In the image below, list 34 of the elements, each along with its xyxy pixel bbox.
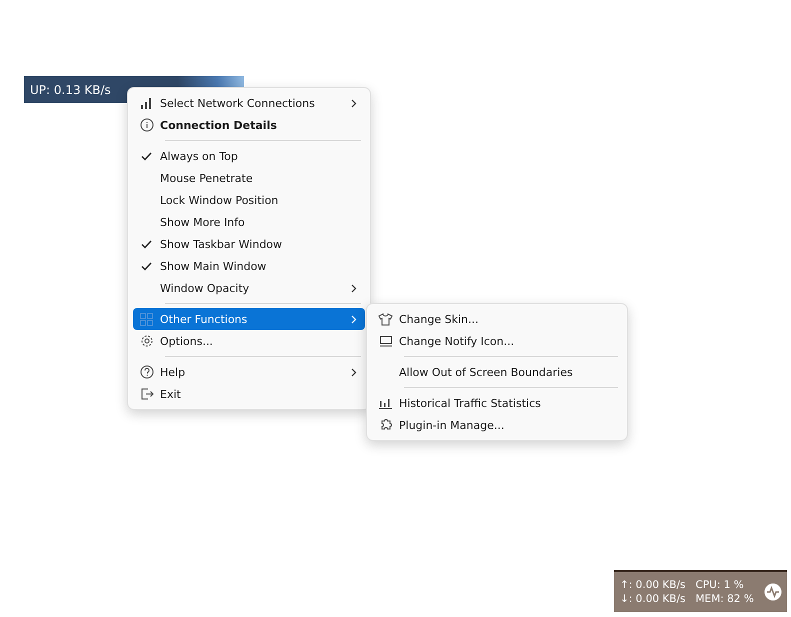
menu-item[interactable]: Options...: [133, 330, 365, 352]
pulse-icon: [764, 583, 782, 601]
signal-icon: [140, 97, 153, 109]
menu-item[interactable]: Change Notify Icon...: [372, 330, 622, 352]
menu-item[interactable]: Show More Info: [133, 211, 365, 233]
menu-item[interactable]: Connection Details: [133, 114, 365, 136]
download-speed: ↓: 0.00 KB/s: [620, 593, 686, 605]
menu-item[interactable]: Lock Window Position: [133, 189, 365, 211]
settings-icon: [140, 334, 154, 348]
monitor-icon: [378, 334, 392, 348]
help-icon: [140, 365, 154, 379]
info-icon: [140, 118, 154, 132]
menu-item[interactable]: Help: [133, 361, 365, 383]
menu-item[interactable]: Exit: [133, 383, 365, 405]
menu-item[interactable]: Select Network Connections: [133, 92, 365, 114]
menu-item[interactable]: Window Opacity: [133, 277, 365, 299]
menu-item[interactable]: Allow Out of Screen Boundaries: [372, 361, 622, 383]
upload-speed: UP: 0.13 KB/s: [30, 82, 111, 96]
exit-icon: [140, 387, 154, 401]
menu-item[interactable]: Always on Top: [133, 145, 365, 167]
bar-chart-icon: [379, 398, 392, 408]
menu-item[interactable]: Show Main Window: [133, 255, 365, 277]
shirt-icon: [378, 312, 393, 326]
puzzle-icon: [378, 418, 392, 432]
grid-icon: [140, 312, 153, 326]
menu-item[interactable]: Other Functions: [133, 308, 365, 330]
menu-item[interactable]: Show Taskbar Window: [133, 233, 365, 255]
menu-item[interactable]: Mouse Penetrate: [133, 167, 365, 189]
memory-usage: MEM: 82 %: [696, 593, 754, 605]
cpu-usage: CPU: 1 %: [696, 579, 745, 591]
upload-speed: ↑: 0.00 KB/s: [620, 579, 686, 591]
menu-item[interactable]: Historical Traffic Statistics: [372, 392, 622, 414]
menu-item[interactable]: Change Skin...: [372, 308, 622, 330]
menu-item[interactable]: Plugin-in Manage...: [372, 414, 622, 436]
